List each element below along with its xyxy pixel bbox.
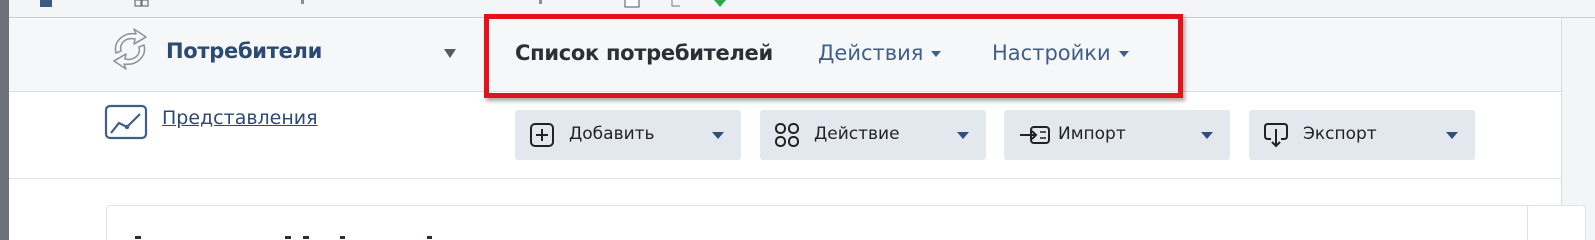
views-link[interactable]: Представления bbox=[162, 107, 318, 129]
plus-square-icon bbox=[530, 123, 554, 147]
export-button-label: Экспорт bbox=[1303, 124, 1377, 144]
recycle-arrows-icon bbox=[113, 28, 147, 70]
dropdown-caret-icon[interactable] bbox=[1201, 132, 1213, 139]
toolbar-icon[interactable] bbox=[39, 0, 53, 8]
add-button[interactable]: Добавить bbox=[515, 110, 741, 160]
four-circles-icon bbox=[775, 123, 799, 147]
toolbar-icon[interactable] bbox=[133, 0, 151, 8]
app-title[interactable]: Потребители bbox=[166, 39, 322, 63]
import-icon bbox=[1020, 126, 1050, 144]
dropdown-caret-icon[interactable] bbox=[712, 132, 724, 139]
download-arrow-icon[interactable] bbox=[711, 0, 729, 8]
document-icon[interactable] bbox=[622, 0, 644, 8]
toolbar-icon[interactable] bbox=[299, 0, 309, 8]
export-button[interactable]: Экспорт bbox=[1249, 110, 1475, 160]
window-left-edge bbox=[0, 0, 9, 240]
toolbar-icon[interactable] bbox=[537, 0, 547, 8]
highlight-box bbox=[484, 14, 1183, 98]
chart-window-icon[interactable] bbox=[104, 104, 150, 142]
import-button[interactable]: Импорт bbox=[1004, 110, 1230, 160]
app-menu-caret-icon[interactable] bbox=[444, 49, 456, 58]
action-button[interactable]: Действие bbox=[760, 110, 986, 160]
import-button-label: Импорт bbox=[1058, 124, 1126, 144]
action-button-label: Действие bbox=[814, 124, 900, 144]
section-divider bbox=[9, 178, 1561, 179]
panel-separator bbox=[1527, 205, 1528, 240]
toolbar-icon[interactable] bbox=[669, 0, 683, 8]
add-button-label: Добавить bbox=[569, 124, 655, 144]
export-icon bbox=[1264, 123, 1288, 148]
dropdown-caret-icon[interactable] bbox=[1446, 132, 1458, 139]
clipped-text-fragment bbox=[135, 236, 432, 239]
dropdown-caret-icon[interactable] bbox=[957, 132, 969, 139]
